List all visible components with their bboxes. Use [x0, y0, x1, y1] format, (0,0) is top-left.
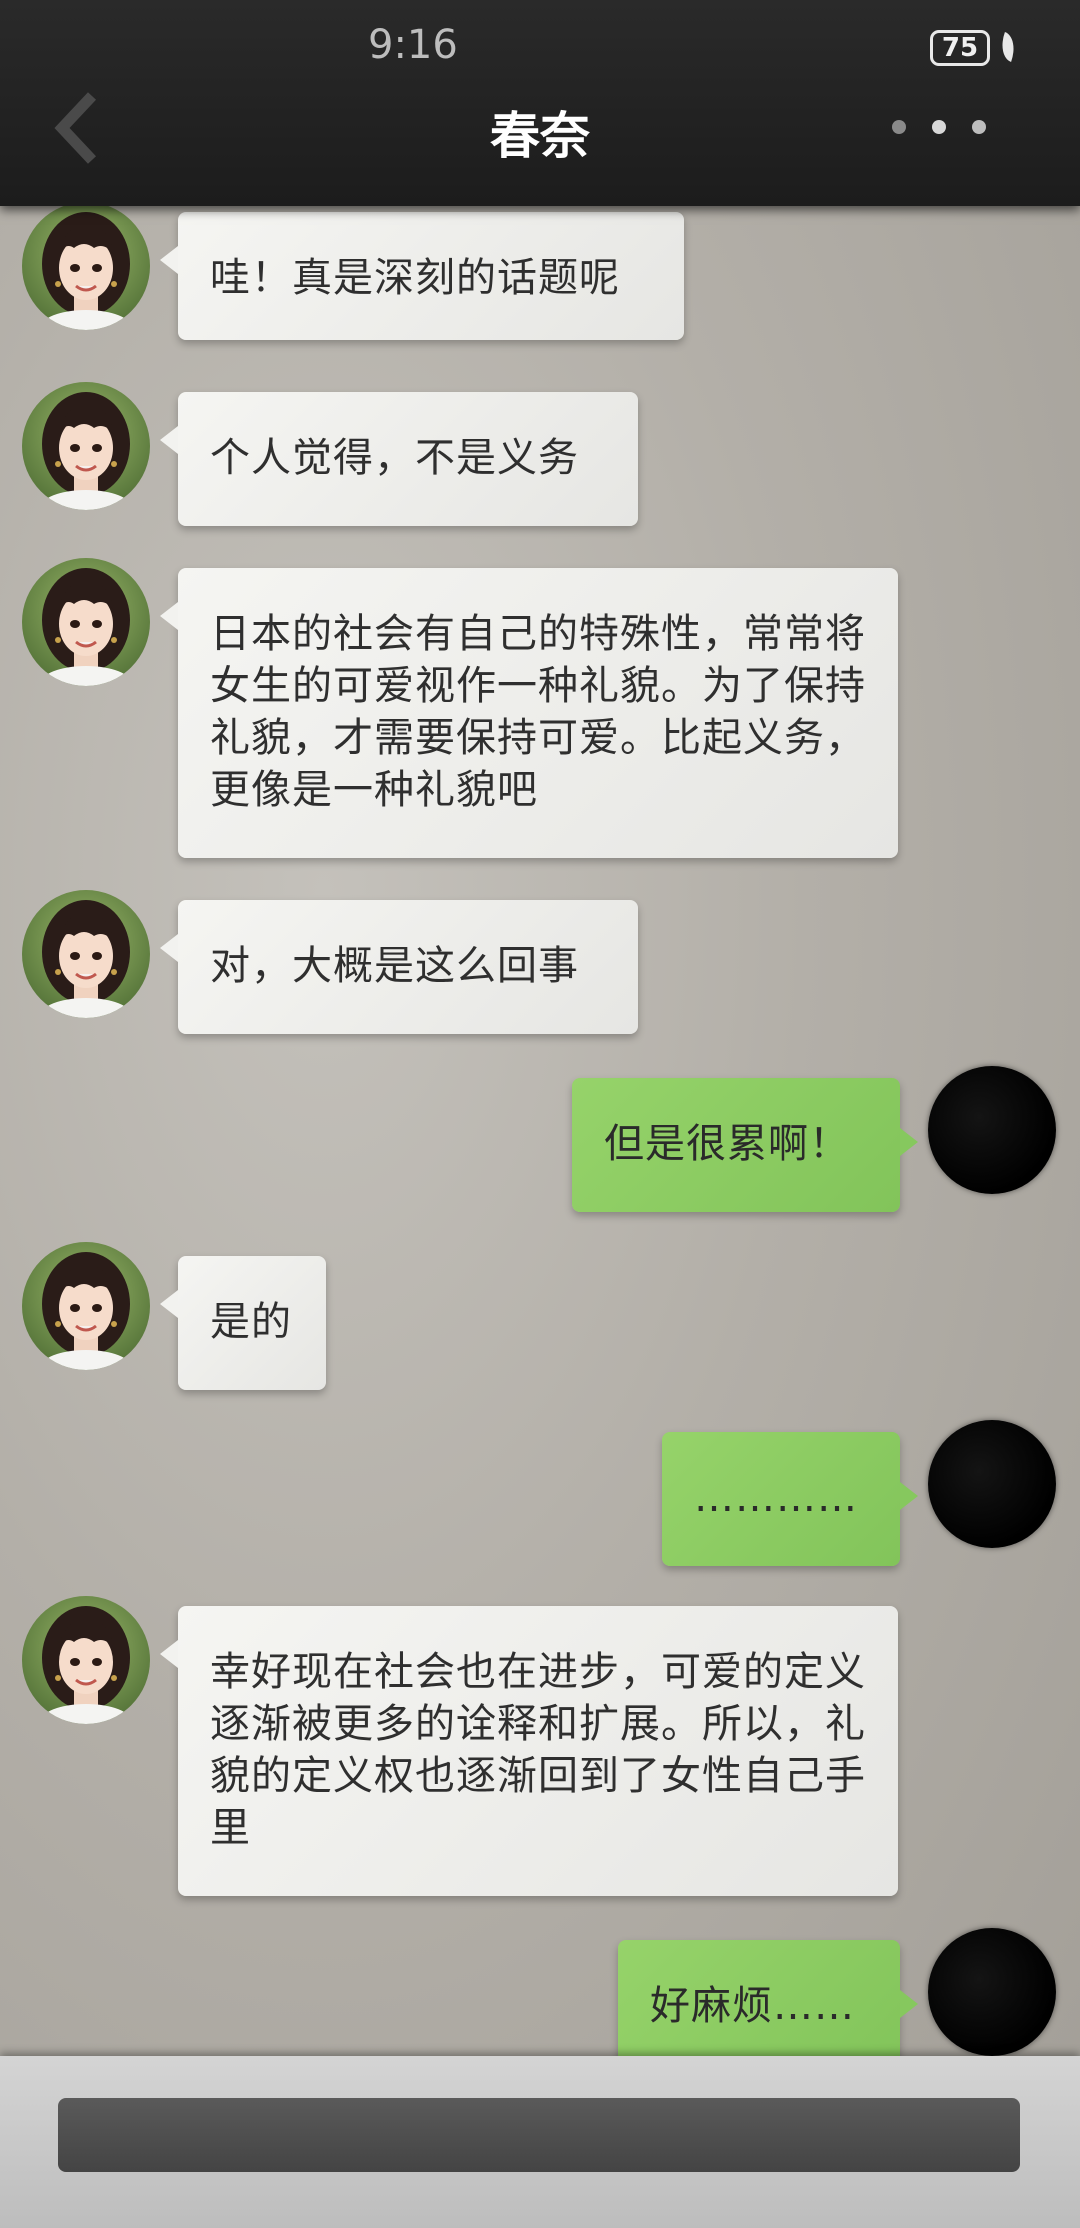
contact-avatar[interactable] — [22, 206, 150, 330]
contact-name-title: 春奈 — [490, 106, 590, 165]
message-bubble[interactable]: 幸好现在社会也在进步，可爱的定义逐渐被更多的诠释和扩展。所以，礼貌的定义权也逐渐… — [160, 1606, 898, 1896]
contact-avatar[interactable] — [22, 558, 150, 686]
power-saver-icon — [996, 32, 1020, 62]
more-dot — [932, 120, 946, 134]
contact-avatar[interactable] — [22, 890, 150, 1018]
user-avatar[interactable] — [928, 1420, 1056, 1548]
battery-icon: 75 — [930, 30, 990, 66]
contact-avatar[interactable] — [22, 1242, 150, 1370]
message-bubble[interactable]: 日本的社会有自己的特殊性，常常将女生的可爱视作一种礼貌。为了保持礼貌，才需要保持… — [160, 568, 898, 858]
user-avatar[interactable] — [928, 1066, 1056, 1194]
back-button[interactable] — [50, 88, 110, 168]
more-options-button[interactable] — [880, 112, 1000, 142]
message-bubble[interactable]: 是的 — [160, 1256, 326, 1390]
user-avatar[interactable] — [928, 1928, 1056, 2056]
message-bubble[interactable]: 哇！真是深刻的话题呢 — [160, 212, 684, 340]
input-area — [0, 2056, 1080, 2228]
more-dot — [972, 120, 986, 134]
chevron-left-icon — [54, 92, 97, 164]
contact-avatar[interactable] — [22, 1596, 150, 1724]
more-dot — [892, 120, 906, 134]
message-bubble[interactable]: ………… — [662, 1432, 918, 1566]
status-time: 9:16 — [368, 22, 458, 68]
message-bubble[interactable]: 但是很累啊！ — [572, 1078, 918, 1212]
message-list[interactable]: 哇！真是深刻的话题呢 个人觉得，不是义务 日本的社会有自己的特殊性，常常将女生的… — [0, 206, 1080, 2056]
message-bubble[interactable]: 好麻烦…… — [618, 1940, 918, 2056]
chat-header: 9:16 75 春奈 — [0, 0, 1080, 206]
message-bubble[interactable]: 对，大概是这么回事 — [160, 900, 638, 1034]
contact-avatar[interactable] — [22, 382, 150, 510]
message-bubble[interactable]: 个人觉得，不是义务 — [160, 392, 638, 526]
message-input[interactable] — [58, 2098, 1020, 2172]
